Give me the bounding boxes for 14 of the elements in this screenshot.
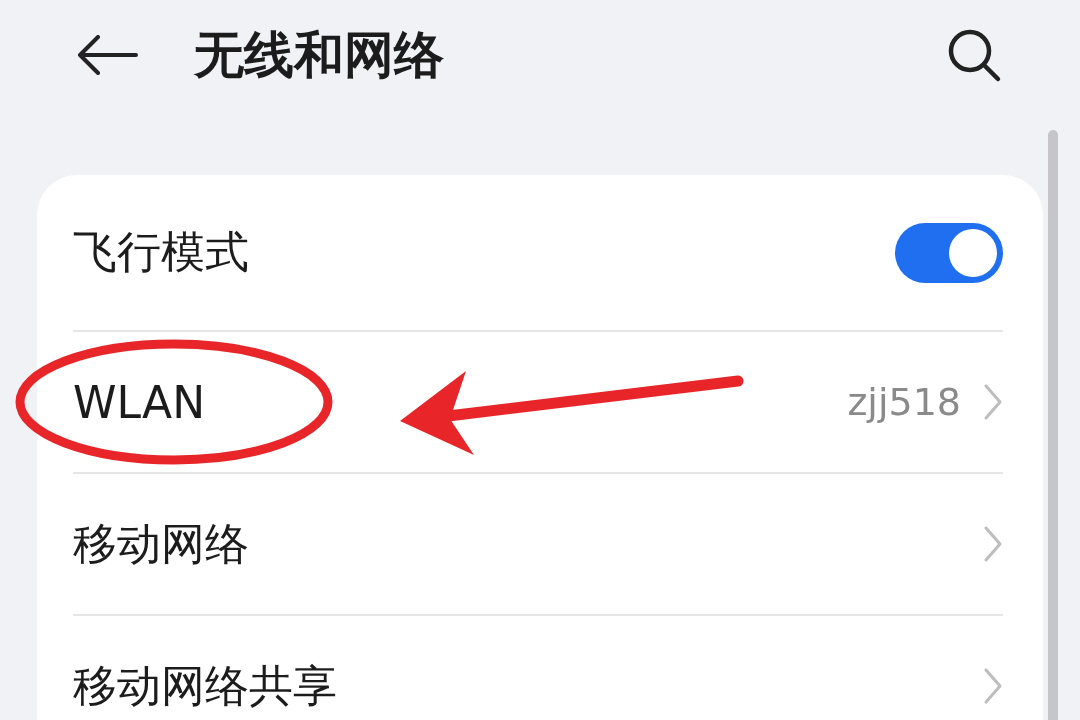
chevron-icon xyxy=(983,667,1003,705)
chevron-icon xyxy=(983,383,1003,421)
row-label: 移动网络 xyxy=(73,516,249,571)
settings-row[interactable]: 飞行模式 xyxy=(73,175,1003,330)
row-value: zjj518 xyxy=(847,380,961,424)
row-label: 移动网络共享 xyxy=(73,658,337,713)
row-label: WLAN xyxy=(73,376,206,428)
settings-row[interactable]: 移动网络 xyxy=(73,472,1003,614)
chevron-icon xyxy=(983,525,1003,563)
row-label: 飞行模式 xyxy=(73,225,249,279)
settings-row[interactable]: 移动网络共享 xyxy=(73,614,1003,720)
search-icon[interactable] xyxy=(946,27,1002,83)
back-icon[interactable] xyxy=(76,35,138,75)
page-title: 无线和网络 xyxy=(194,24,445,86)
